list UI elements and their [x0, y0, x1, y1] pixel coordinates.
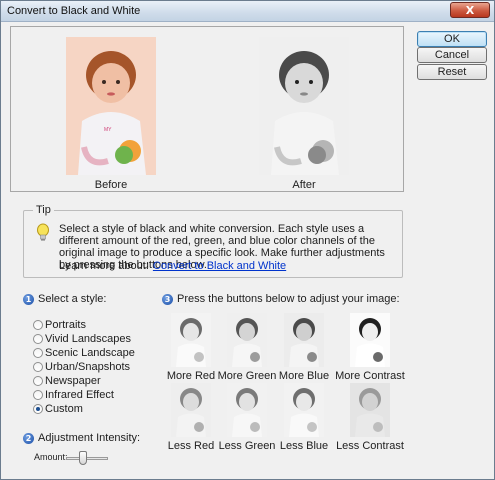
more-green-thumbnail	[227, 313, 267, 367]
more-blue-button[interactable]	[284, 313, 324, 367]
style-option-label: Infrared Effect	[45, 389, 114, 401]
window-title: Convert to Black and White	[7, 5, 141, 17]
less-blue-thumbnail	[284, 383, 324, 437]
learn-more-row: Learn more about: Convert to Black and Wh…	[59, 260, 286, 272]
ok-button[interactable]: OK	[417, 31, 487, 47]
less-contrast-button[interactable]	[350, 383, 390, 437]
title-bar: Convert to Black and White X	[1, 1, 494, 22]
amount-slider-thumb[interactable]	[79, 451, 87, 465]
radio-button[interactable]	[33, 390, 43, 400]
radio-button-selected[interactable]	[33, 404, 43, 414]
less-contrast-label: Less Contrast	[336, 440, 404, 452]
style-option-label: Portraits	[45, 319, 86, 331]
more-blue-thumbnail	[284, 313, 324, 367]
more-red-button[interactable]	[171, 313, 211, 367]
step-3-badge: 3	[162, 294, 173, 305]
adjust-buttons-label: Press the buttons below to adjust your i…	[177, 293, 400, 305]
step-2-badge: 2	[23, 433, 34, 444]
after-caption: After	[292, 179, 316, 191]
adjustment-intensity-label: Adjustment Intensity:	[38, 432, 141, 444]
amount-label: Amount:	[34, 452, 68, 462]
more-contrast-thumbnail	[350, 313, 390, 367]
cancel-button[interactable]: Cancel	[417, 47, 487, 63]
style-option-label: Newspaper	[45, 375, 101, 387]
amount-slider-track[interactable]	[66, 457, 108, 460]
more-contrast-button[interactable]	[350, 313, 390, 367]
before-image: MY	[66, 37, 156, 175]
reset-button[interactable]: Reset	[417, 64, 487, 80]
more-contrast-label: More Contrast	[335, 370, 405, 382]
radio-button[interactable]	[33, 320, 43, 330]
tip-label: Tip	[33, 204, 54, 216]
radio-button[interactable]	[33, 334, 43, 344]
less-green-button[interactable]	[227, 383, 267, 437]
less-red-button[interactable]	[171, 383, 211, 437]
after-image	[259, 37, 349, 175]
learn-more-prefix: Learn more about:	[59, 260, 149, 272]
convert-bw-dialog: Convert to Black and White X MY Before A…	[0, 0, 495, 480]
style-option-label: Vivid Landscapes	[45, 333, 132, 345]
style-option-label: Custom	[45, 403, 83, 415]
step-1-badge: 1	[23, 294, 34, 305]
select-style-label: Select a style:	[38, 293, 107, 305]
learn-more-link[interactable]: Convert to Black and White	[153, 260, 286, 272]
more-green-button[interactable]	[227, 313, 267, 367]
svg-text:MY: MY	[104, 127, 112, 133]
close-button[interactable]: X	[450, 2, 490, 18]
lightbulb-icon	[36, 223, 50, 243]
radio-button[interactable]	[33, 376, 43, 386]
more-red-thumbnail	[171, 313, 211, 367]
before-caption: Before	[94, 179, 128, 191]
less-red-thumbnail	[171, 383, 211, 437]
less-contrast-thumbnail	[350, 383, 390, 437]
style-option-label: Scenic Landscape	[45, 347, 135, 359]
radio-button[interactable]	[33, 362, 43, 372]
less-blue-button[interactable]	[284, 383, 324, 437]
radio-button[interactable]	[33, 348, 43, 358]
preview-panel: MY Before After	[10, 26, 404, 192]
less-green-thumbnail	[227, 383, 267, 437]
style-option-label: Urban/Snapshots	[45, 361, 130, 373]
